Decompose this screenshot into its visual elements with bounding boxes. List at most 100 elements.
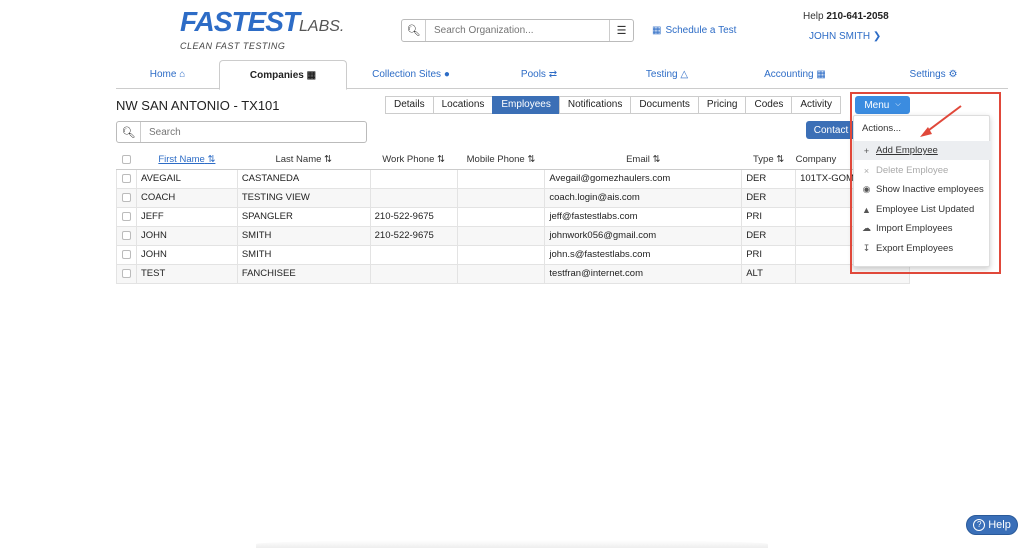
cell-email: coach.login@ais.com xyxy=(544,187,743,208)
subtab-details[interactable]: Details xyxy=(385,96,434,114)
table-header-row: First Name ⇅ Last Name ⇅ Work Phone ⇅ Mo… xyxy=(116,151,910,170)
column-mobile-phone[interactable]: Mobile Phone ⇅ xyxy=(457,151,545,170)
cell-mobile-phone xyxy=(456,168,546,189)
subtab-activity[interactable]: Activity xyxy=(791,96,842,114)
cell-first-name: AVEGAIL xyxy=(135,168,238,189)
row-checkbox[interactable] xyxy=(116,244,137,265)
cell-mobile-phone xyxy=(456,244,546,265)
cell-email: jeff@fastestlabs.com xyxy=(544,206,743,227)
cell-type: DER xyxy=(741,168,797,189)
cell-type: PRI xyxy=(741,206,797,227)
employee-search-input[interactable] xyxy=(141,122,366,142)
cell-mobile-phone xyxy=(456,187,546,208)
help-button[interactable]: ? Help xyxy=(966,515,1018,535)
table-row[interactable]: TEST FANCHISEE testfran@internet.com ALT xyxy=(116,263,910,284)
cell-email: Avegail@gomezhaulers.com xyxy=(544,168,743,189)
subtab-employees[interactable]: Employees xyxy=(492,96,560,114)
subtab-notifications[interactable]: Notifications xyxy=(558,96,632,114)
subtab-documents[interactable]: Documents xyxy=(630,96,699,114)
logo-main: FASTEST xyxy=(180,6,300,37)
logo-tagline: CLEAN FAST TESTING xyxy=(180,41,286,51)
building-icon: ▦ xyxy=(306,69,317,81)
nav-tab-companies[interactable]: Companies ▦ xyxy=(219,60,347,90)
cell-work-phone xyxy=(369,187,458,208)
cell-work-phone: 210-522-9675 xyxy=(369,206,458,227)
row-checkbox[interactable] xyxy=(116,187,137,208)
row-checkbox[interactable] xyxy=(116,206,137,227)
cell-last-name: CASTANEDA xyxy=(236,168,371,189)
cell-last-name: SMITH xyxy=(236,225,371,246)
column-work-phone[interactable]: Work Phone ⇅ xyxy=(370,151,458,170)
cell-type: ALT xyxy=(741,263,797,284)
cell-type: DER xyxy=(741,187,797,208)
help-phone-number: 210-641-2058 xyxy=(826,11,889,22)
cell-mobile-phone xyxy=(456,263,546,284)
user-name: JOHN SMITH xyxy=(809,31,871,42)
row-checkbox[interactable] xyxy=(116,225,137,246)
sort-icon: ⇅ xyxy=(527,154,536,166)
row-checkbox[interactable] xyxy=(116,168,137,189)
shuffle-icon: ⇄ xyxy=(548,69,558,80)
employees-table: First Name ⇅ Last Name ⇅ Work Phone ⇅ Mo… xyxy=(116,151,910,284)
contact-button[interactable]: Contact xyxy=(806,121,856,139)
cell-last-name: SPANGLER xyxy=(236,206,371,227)
select-all-checkbox[interactable] xyxy=(116,151,137,170)
main-nav: Home ⌂ Companies ▦ Collection Sites ● Po… xyxy=(116,60,1008,90)
sort-icon: ⇅ xyxy=(776,154,785,166)
table-row[interactable]: AVEGAIL CASTANEDA Avegail@gomezhaulers.c… xyxy=(116,168,910,189)
annotation-arrow-icon xyxy=(920,105,962,137)
subtab-pricing[interactable]: Pricing xyxy=(697,96,747,114)
column-email[interactable]: Email ⇅ xyxy=(544,151,742,170)
table-row[interactable]: JOHN SMITH john.s@fastestlabs.com PRI xyxy=(116,244,910,265)
user-menu[interactable]: JOHN SMITH ❯ xyxy=(809,31,881,42)
schedule-test-link[interactable]: ▦ Schedule a Test xyxy=(652,25,736,36)
cell-type: PRI xyxy=(741,244,797,265)
logo-labs: LABS. xyxy=(299,18,345,35)
search-icon[interactable]: 🔍︎ xyxy=(402,20,426,41)
employee-search: 🔍︎ xyxy=(116,121,367,143)
schedule-test-label: Schedule a Test xyxy=(665,25,737,36)
row-checkbox[interactable] xyxy=(116,263,137,284)
cell-first-name: JOHN xyxy=(135,244,238,265)
nav-tab-collection-sites[interactable]: Collection Sites ● xyxy=(347,60,475,89)
help-phone: Help 210-641-2058 xyxy=(803,11,889,22)
cell-work-phone xyxy=(369,168,458,189)
company-subtabs: Details Locations Employees Notification… xyxy=(385,96,842,114)
column-type[interactable]: Type ⇅ xyxy=(741,151,796,170)
filter-sliders-icon[interactable]: ☰ xyxy=(609,20,633,41)
search-icon[interactable]: 🔍︎ xyxy=(117,122,141,142)
table-row[interactable]: JEFF SPANGLER 210-522-9675 jeff@fastestl… xyxy=(116,206,910,227)
cell-last-name: SMITH xyxy=(236,244,371,265)
gears-icon: ⚙ xyxy=(948,69,958,80)
nav-tab-settings[interactable]: Settings ⚙ xyxy=(859,60,1008,89)
cell-email: johnwork056@gmail.com xyxy=(544,225,743,246)
bottom-shadow xyxy=(256,540,768,548)
table-row[interactable]: COACH TESTING VIEW coach.login@ais.com D… xyxy=(116,187,910,208)
sort-asc-icon: ⇅ xyxy=(207,154,216,166)
subtab-locations[interactable]: Locations xyxy=(432,96,494,114)
sort-icon: ⇅ xyxy=(652,154,661,166)
nav-tab-accounting[interactable]: Accounting ▦ xyxy=(731,60,859,89)
column-last-name[interactable]: Last Name ⇅ xyxy=(237,151,371,170)
brand-logo[interactable]: FASTESTLABS. CLEAN FAST TESTING xyxy=(180,6,344,52)
cell-first-name: JOHN xyxy=(135,225,238,246)
cell-mobile-phone xyxy=(456,225,546,246)
subtab-codes[interactable]: Codes xyxy=(745,96,793,114)
help-label: Help xyxy=(803,11,824,22)
home-icon: ⌂ xyxy=(179,69,186,80)
cell-work-phone xyxy=(369,263,458,284)
company-title: NW SAN ANTONIO - TX101 xyxy=(116,98,280,113)
cell-work-phone xyxy=(369,244,458,265)
organization-search-input[interactable] xyxy=(426,20,609,41)
cell-work-phone: 210-522-9675 xyxy=(369,225,458,246)
help-bubble-label: Help xyxy=(988,519,1011,531)
nav-tab-testing[interactable]: Testing △ xyxy=(603,60,731,89)
table-row[interactable]: JOHN SMITH 210-522-9675 johnwork056@gmai… xyxy=(116,225,910,246)
cell-first-name: JEFF xyxy=(135,206,238,227)
cell-last-name: TESTING VIEW xyxy=(236,187,371,208)
nav-tab-home[interactable]: Home ⌂ xyxy=(116,60,219,89)
map-marker-icon: ● xyxy=(443,69,450,80)
column-first-name[interactable]: First Name ⇅ xyxy=(136,151,238,170)
nav-tab-pools[interactable]: Pools ⇄ xyxy=(475,60,603,89)
calculator-icon: ▦ xyxy=(816,69,826,80)
